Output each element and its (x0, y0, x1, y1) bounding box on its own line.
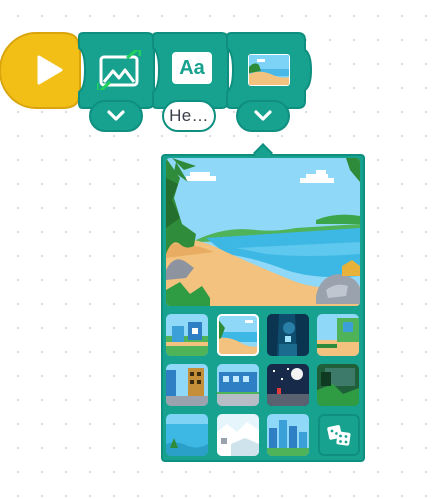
text-aa-label: Aa (179, 56, 205, 79)
thumb-beach[interactable] (217, 314, 259, 356)
thumb-night-sky[interactable] (267, 364, 309, 406)
thumb-city-skyline[interactable] (267, 414, 309, 456)
thumb-school[interactable] (217, 364, 259, 406)
block-strip (0, 32, 313, 109)
background-thumbnail-icon (248, 54, 290, 86)
thumb-dark-garden[interactable] (317, 364, 359, 406)
text-input-value: He… (169, 106, 209, 125)
text-input-field[interactable]: He… (162, 100, 216, 132)
background-dropdown-button[interactable] (236, 100, 290, 132)
chevron-down-icon (107, 110, 125, 121)
thumb-garden-shed[interactable] (166, 314, 208, 356)
random-background-button[interactable] (318, 414, 360, 456)
chevron-down-icon (254, 110, 272, 121)
thumb-snow[interactable] (217, 414, 259, 456)
image-dropdown-button[interactable] (89, 100, 143, 132)
thumb-underwater[interactable] (166, 414, 208, 456)
thumb-night-forest[interactable] (267, 314, 309, 356)
thumb-porch[interactable] (317, 314, 359, 356)
image-resize-icon (95, 45, 142, 94)
background-preview (166, 158, 360, 306)
thumb-city-street[interactable] (166, 364, 208, 406)
play-icon[interactable] (30, 52, 66, 88)
text-aa-icon: Aa (172, 52, 212, 84)
dice-icon (327, 425, 351, 446)
